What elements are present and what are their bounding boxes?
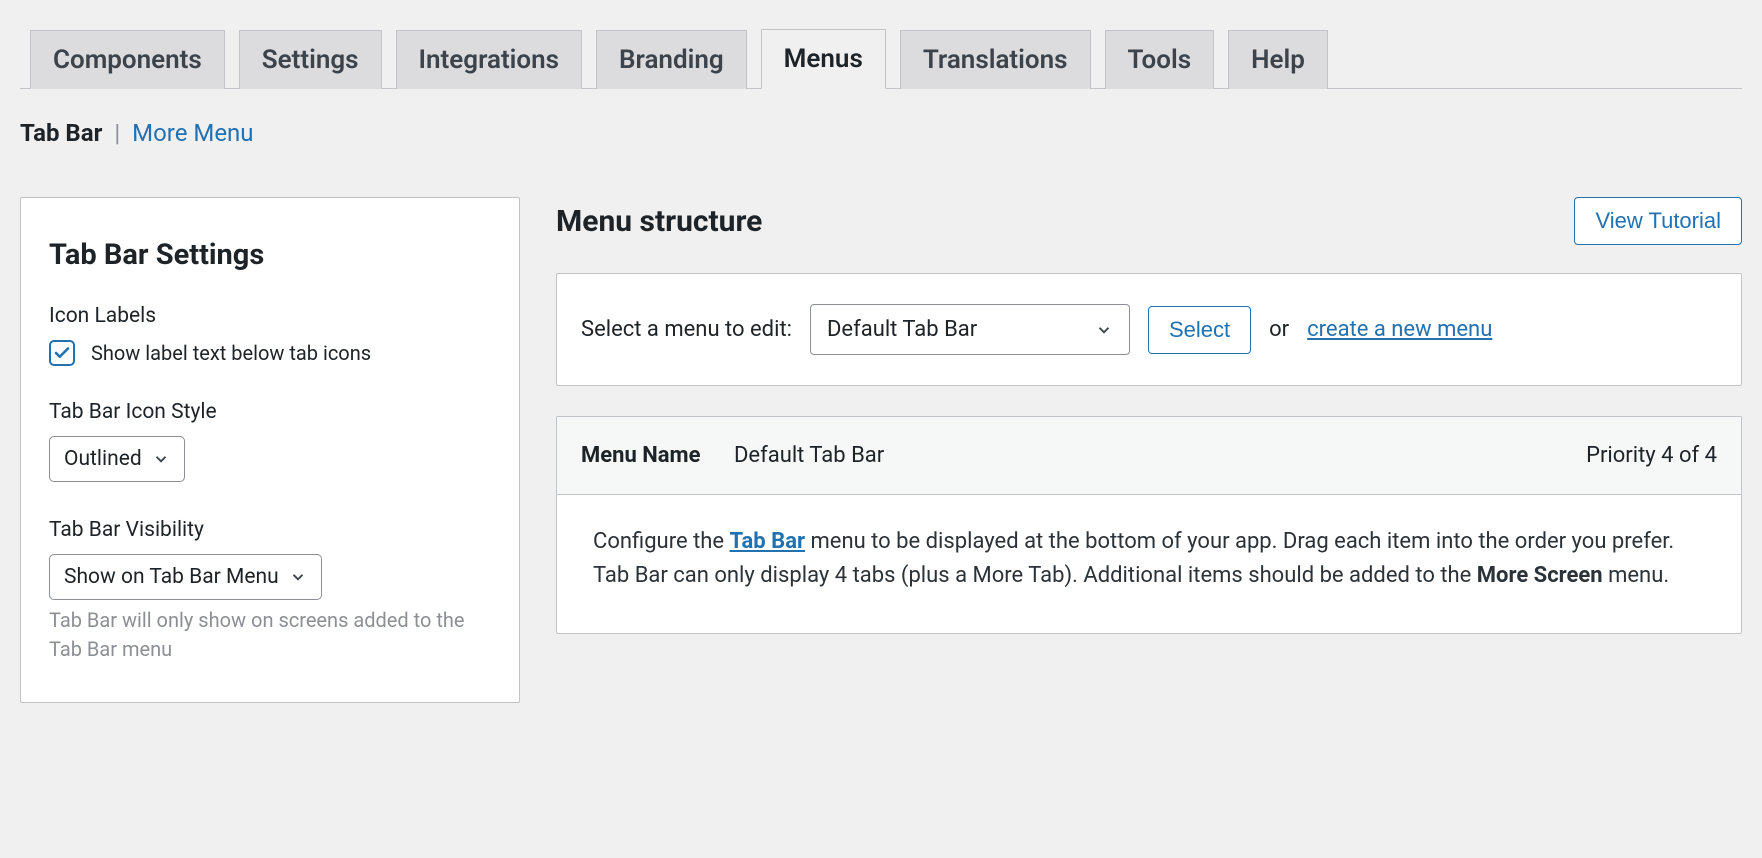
menu-name-label: Menu Name: [581, 443, 701, 468]
tab-help[interactable]: Help: [1228, 30, 1328, 89]
tab-tools[interactable]: Tools: [1105, 30, 1215, 89]
tab-branding[interactable]: Branding: [596, 30, 747, 89]
visibility-help: Tab Bar will only show on screens added …: [49, 606, 491, 664]
tab-components[interactable]: Components: [30, 30, 225, 89]
main-content: Menu structure View Tutorial Select a me…: [556, 197, 1742, 634]
more-screen-bold: More Screen: [1477, 563, 1603, 588]
tab-translations[interactable]: Translations: [900, 30, 1091, 89]
icon-labels-label: Icon Labels: [49, 304, 491, 328]
tab-menus[interactable]: Menus: [761, 29, 886, 89]
chevron-down-icon: [1095, 321, 1113, 339]
tab-bar-settings-panel: Tab Bar Settings Icon Labels Show label …: [20, 197, 520, 703]
chevron-down-icon: [152, 450, 170, 468]
subnav: Tab Bar | More Menu: [20, 119, 1742, 147]
sidebar-heading: Tab Bar Settings: [49, 238, 491, 272]
chevron-down-icon: [289, 568, 307, 586]
icon-labels-checkbox-label: Show label text below tab icons: [91, 341, 371, 365]
menu-select[interactable]: Default Tab Bar: [810, 304, 1130, 355]
icon-style-select[interactable]: Outlined: [49, 436, 185, 482]
check-icon: [53, 344, 71, 362]
menu-name-value: Default Tab Bar: [734, 443, 884, 468]
icon-style-value: Outlined: [64, 447, 142, 471]
menu-description: Configure the Tab Bar menu to be display…: [557, 495, 1741, 633]
icon-labels-checkbox[interactable]: [49, 340, 75, 366]
create-new-menu-link[interactable]: create a new menu: [1307, 317, 1492, 342]
priority-text: Priority 4 of 4: [1586, 443, 1717, 468]
select-button[interactable]: Select: [1148, 306, 1251, 354]
desc-post: menu.: [1603, 563, 1670, 588]
tab-integrations[interactable]: Integrations: [396, 30, 583, 89]
view-tutorial-button[interactable]: View Tutorial: [1574, 197, 1742, 245]
menu-structure-heading: Menu structure: [556, 204, 762, 239]
menu-structure-box: Menu Name Default Tab Bar Priority 4 of …: [556, 416, 1742, 634]
visibility-select[interactable]: Show on Tab Bar Menu: [49, 554, 322, 600]
menu-select-value: Default Tab Bar: [827, 317, 977, 342]
tab-bar-link[interactable]: Tab Bar: [730, 529, 806, 554]
top-tabs: Components Settings Integrations Brandin…: [20, 28, 1742, 89]
desc-pre: Configure the: [593, 529, 730, 554]
or-text: or: [1269, 317, 1289, 342]
visibility-value: Show on Tab Bar Menu: [64, 565, 279, 589]
select-menu-label: Select a menu to edit:: [581, 317, 792, 342]
subnav-more-menu-link[interactable]: More Menu: [132, 119, 253, 147]
tab-settings[interactable]: Settings: [239, 30, 382, 89]
icon-style-label: Tab Bar Icon Style: [49, 400, 491, 424]
subnav-separator: |: [114, 119, 120, 147]
subnav-current: Tab Bar: [20, 119, 102, 147]
menu-select-panel: Select a menu to edit: Default Tab Bar S…: [556, 273, 1742, 386]
visibility-label: Tab Bar Visibility: [49, 518, 491, 542]
